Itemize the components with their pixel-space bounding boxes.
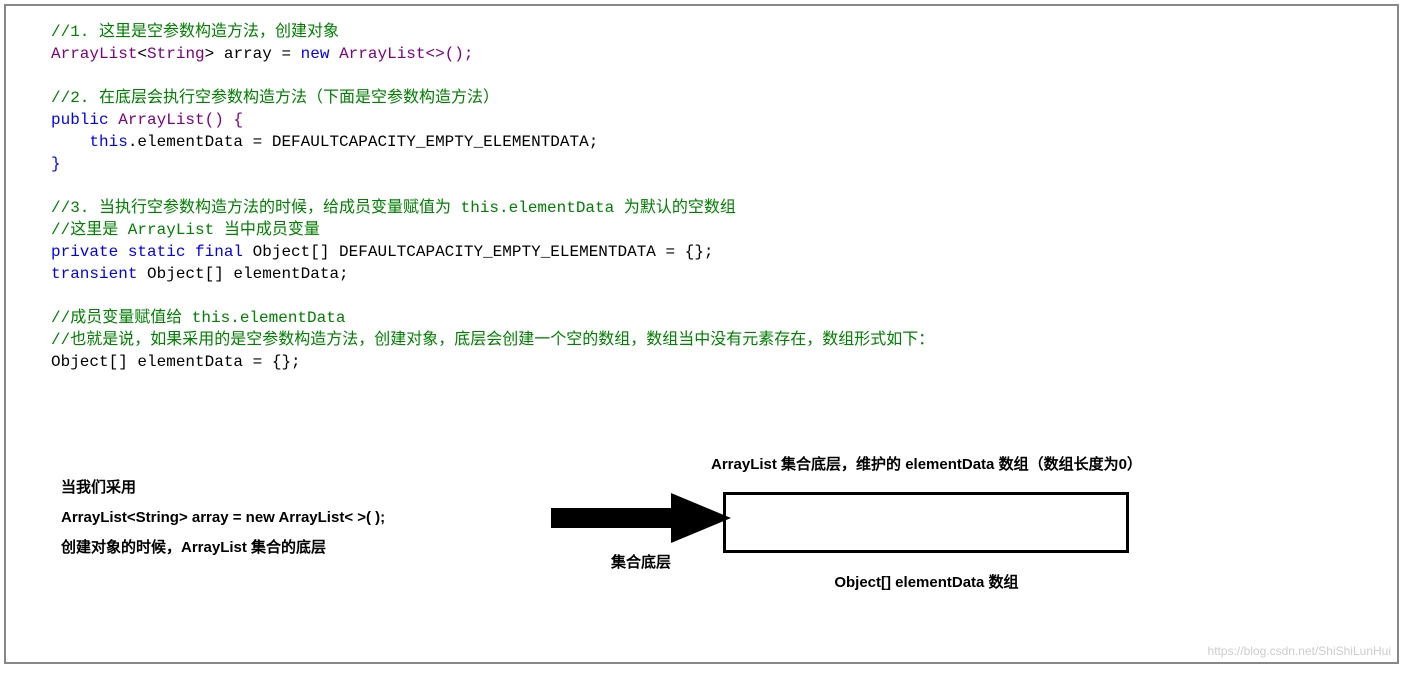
code-keyword: private static final xyxy=(51,243,253,261)
code-type: ArrayList<>(); xyxy=(339,45,473,63)
code-keyword: new xyxy=(301,45,339,63)
array-label: Object[] elementData 数组 xyxy=(711,571,1142,592)
code-text: Object[] elementData; xyxy=(147,265,349,283)
left-line-1: 当我们采用 xyxy=(61,473,385,503)
left-line-2: ArrayList<String> array = new ArrayList<… xyxy=(61,503,385,533)
code-block: //1. 这里是空参数构造方法，创建对象 ArrayList<String> a… xyxy=(51,21,1382,373)
comment-3b: //这里是 ArrayList 当中成员变量 xyxy=(51,221,320,239)
diagram-left-text: 当我们采用 ArrayList<String> array = new Arra… xyxy=(61,473,385,563)
code-keyword: transient xyxy=(51,265,147,283)
code-keyword: public xyxy=(51,111,118,129)
diagram-area: 当我们采用 ArrayList<String> array = new Arra… xyxy=(21,453,1382,623)
code-text: Object[] elementData = {}; xyxy=(51,353,301,371)
arrow-block: 集合底层 xyxy=(551,493,731,572)
comment-3: //3. 当执行空参数构造方法的时候，给成员变量赋值为 this.element… xyxy=(51,199,736,217)
code-text: > xyxy=(205,45,215,63)
empty-array-box xyxy=(723,492,1129,553)
code-keyword: this xyxy=(89,133,127,151)
code-text: Object[] DEFAULTCAPACITY_EMPTY_ELEMENTDA… xyxy=(253,243,714,261)
comment-4: //成员变量赋值给 this.elementData xyxy=(51,309,345,327)
arrow-icon xyxy=(551,493,731,543)
array-title: ArrayList 集合底层，维护的 elementData 数组（数组长度为0… xyxy=(711,453,1142,474)
watermark: https://blog.csdn.net/ShiShiLunHui xyxy=(1208,644,1391,658)
code-type: ArrayList xyxy=(51,45,137,63)
code-text: array xyxy=(214,45,281,63)
left-line-3: 创建对象的时候，ArrayList 集合的底层 xyxy=(61,533,385,563)
code-text: .elementData = DEFAULTCAPACITY_EMPTY_ELE… xyxy=(128,133,598,151)
document-frame: //1. 这里是空参数构造方法，创建对象 ArrayList<String> a… xyxy=(4,4,1399,664)
diagram-right-block: ArrayList 集合底层，维护的 elementData 数组（数组长度为0… xyxy=(711,453,1142,592)
comment-2: //2. 在底层会执行空参数构造方法（下面是空参数构造方法） xyxy=(51,89,499,107)
code-text: < xyxy=(137,45,147,63)
arrow-label: 集合底层 xyxy=(551,551,731,572)
code-brace: } xyxy=(51,155,61,173)
code-type: ArrayList() { xyxy=(118,111,243,129)
comment-5: //也就是说，如果采用的是空参数构造方法，创建对象，底层会创建一个空的数组，数组… xyxy=(51,331,934,349)
code-type: String xyxy=(147,45,205,63)
code-text: = xyxy=(281,45,300,63)
comment-1: //1. 这里是空参数构造方法，创建对象 xyxy=(51,23,339,41)
